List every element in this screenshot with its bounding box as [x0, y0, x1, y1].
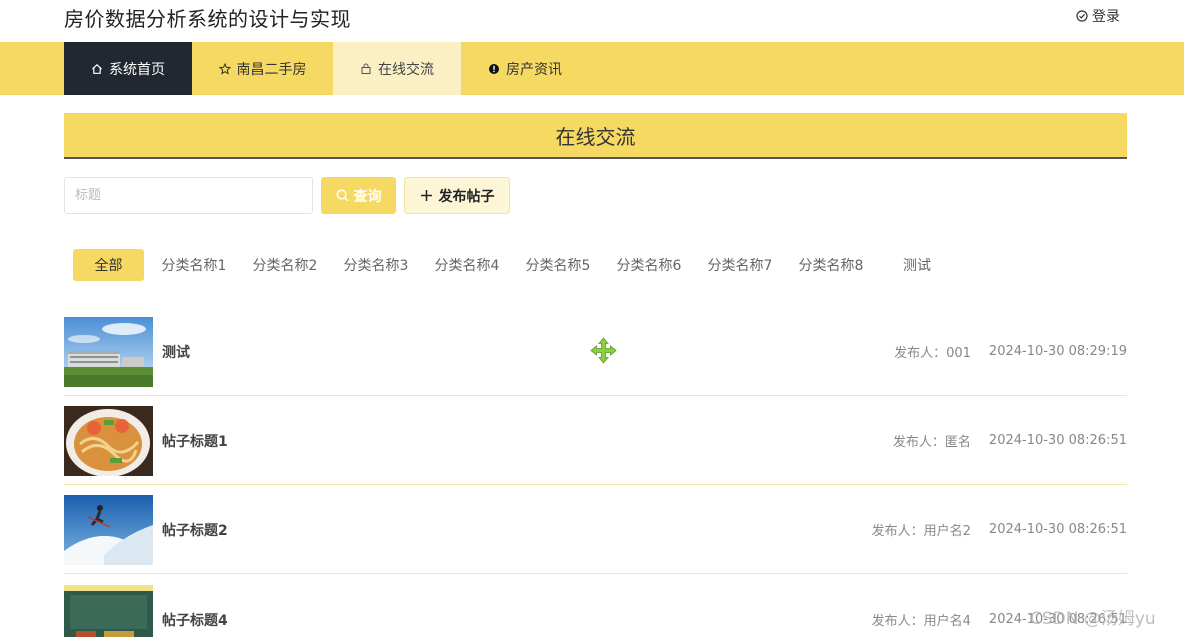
search-button-label: 查询 — [353, 188, 382, 205]
star-icon — [218, 62, 231, 75]
site-title: 房价数据分析系统的设计与实现 — [64, 7, 351, 31]
category-item[interactable]: 分类名称3 — [335, 249, 417, 281]
post-title: 帖子标题2 — [162, 522, 228, 539]
category-item[interactable]: 分类名称7 — [699, 249, 781, 281]
post-author: 发布人：用户名2 — [871, 524, 971, 539]
top-bar: 房价数据分析系统的设计与实现 登录 — [0, 0, 1184, 42]
move-cursor-icon — [590, 337, 617, 364]
nav-item-second-hand[interactable]: 南昌二手房 — [192, 42, 333, 95]
category-item[interactable]: 分类名称6 — [608, 249, 690, 281]
post-row[interactable]: 帖子标题1 发布人：匿名 2024-10-30 08:26:51 — [64, 396, 1127, 485]
category-item[interactable]: 分类名称1 — [153, 249, 235, 281]
post-time: 2024-10-30 08:26:51 — [988, 433, 1127, 448]
post-author: 发布人：001 — [894, 346, 971, 361]
check-circle-icon — [1076, 10, 1088, 22]
nav-item-home[interactable]: 系统首页 — [64, 42, 192, 95]
bag-icon — [360, 63, 372, 75]
post-row[interactable]: 帖子标题4 发布人：用户名4 2024-10-30 08:26:51 — [64, 575, 1127, 637]
nav-item-news[interactable]: 房产资讯 — [461, 42, 589, 95]
category-item-test[interactable]: 测试 — [881, 249, 953, 281]
post-thumbnail-food — [64, 406, 153, 476]
title-search-input[interactable] — [64, 177, 313, 214]
post-thumbnail-skier — [64, 495, 153, 565]
nav-item-forum[interactable]: 在线交流 — [333, 42, 461, 95]
post-time: 2024-10-30 08:26:51 — [988, 522, 1127, 537]
post-meta: 发布人：匿名 2024-10-30 08:26:51 — [893, 396, 1127, 485]
post-meta: 发布人：用户名2 2024-10-30 08:26:51 — [872, 485, 1127, 574]
post-author: 发布人：用户名4 — [871, 614, 971, 629]
csdn-watermark: CSDN @汤姆yu — [1030, 609, 1156, 629]
post-title: 测试 — [162, 344, 190, 361]
post-author: 发布人：匿名 — [892, 435, 971, 450]
login-label: 登录 — [1092, 9, 1120, 25]
post-row[interactable]: 帖子标题2 发布人：用户名2 2024-10-30 08:26:51 — [64, 485, 1127, 574]
nav-label: 房产资讯 — [506, 61, 562, 78]
post-thumbnail-building — [64, 317, 153, 387]
category-all[interactable]: 全部 — [73, 249, 144, 281]
plus-icon — [420, 190, 432, 201]
login-link[interactable]: 登录 — [1076, 6, 1120, 26]
nav-label: 在线交流 — [378, 61, 434, 78]
post-meta: 发布人：001 2024-10-30 08:29:19 — [894, 307, 1127, 396]
post-time: 2024-10-30 08:29:19 — [988, 344, 1127, 359]
category-item[interactable]: 分类名称4 — [426, 249, 508, 281]
category-item[interactable]: 分类名称2 — [244, 249, 326, 281]
search-icon — [336, 189, 349, 202]
section-title: 在线交流 — [64, 113, 1127, 159]
main-nav: 系统首页 南昌二手房 在线交流 房产资讯 — [0, 42, 1184, 95]
post-title: 帖子标题4 — [162, 612, 228, 629]
nav-label: 系统首页 — [109, 61, 165, 78]
nav-label: 南昌二手房 — [236, 61, 307, 78]
info-icon — [488, 63, 500, 75]
post-thumbnail-chalkboard — [64, 585, 153, 637]
new-post-button-label: 发布帖子 — [438, 188, 495, 205]
post-title: 帖子标题1 — [162, 433, 228, 450]
new-post-button[interactable]: 发布帖子 — [404, 177, 510, 214]
search-button[interactable]: 查询 — [321, 177, 396, 214]
home-icon — [91, 63, 103, 75]
category-item[interactable]: 分类名称5 — [517, 249, 599, 281]
category-item[interactable]: 分类名称8 — [790, 249, 872, 281]
